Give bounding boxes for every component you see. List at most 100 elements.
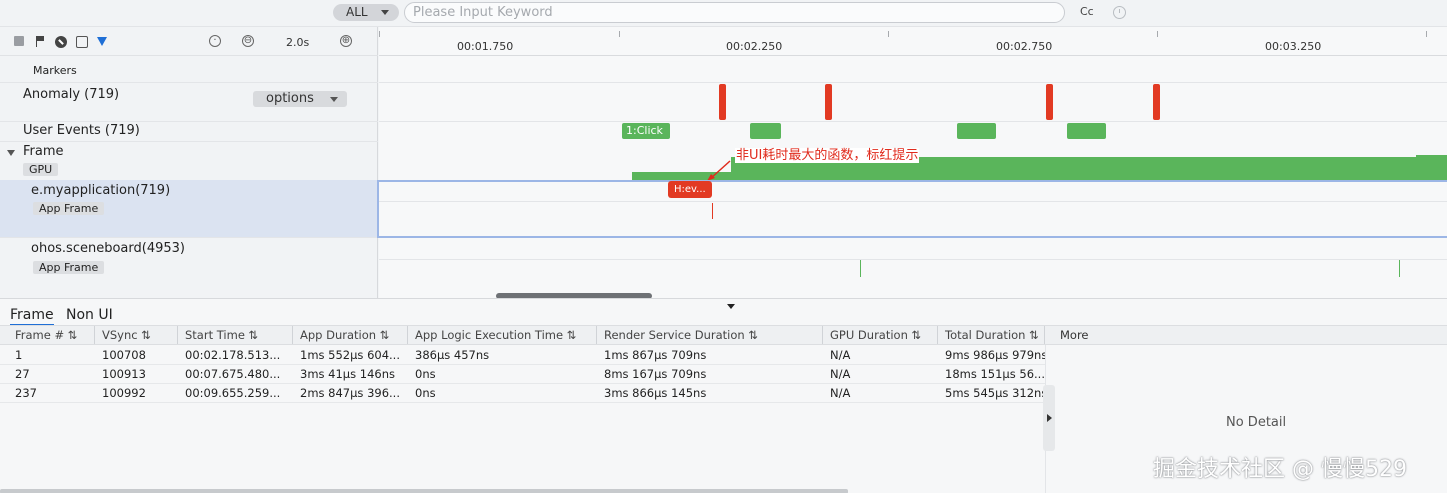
- user-event[interactable]: [1067, 123, 1106, 139]
- user-events-lane: [379, 122, 1447, 142]
- col-app-logic-time[interactable]: App Logic Execution Time ⇅: [408, 326, 597, 344]
- details-panel: Frame Non UI Frame # ⇅ VSync ⇅ Start Tim…: [0, 298, 1447, 493]
- checkbox-icon[interactable]: [76, 36, 88, 48]
- splitter-icon[interactable]: [727, 304, 735, 309]
- table-row[interactable]: 237 100992 00:09.655.259... 2ms 847μs 39…: [0, 384, 1045, 403]
- anomaly-marker[interactable]: [1046, 84, 1053, 120]
- slow-function-slice[interactable]: H:ev...: [668, 181, 712, 198]
- chevron-down-icon: [381, 10, 389, 15]
- chevron-down-icon: [330, 97, 338, 102]
- cell-app-duration: 3ms 41μs 146ns: [300, 367, 395, 381]
- app-frame-tag: App Frame: [33, 261, 105, 274]
- cell-vsync: 100708: [102, 348, 146, 362]
- zoom-in-icon[interactable]: ⊕: [340, 35, 352, 47]
- time-ruler: 00:01.750 00:02.250 00:02.750 00:03.250: [379, 27, 1447, 56]
- history-icon[interactable]: [1113, 6, 1126, 19]
- cell-vsync: 100992: [102, 386, 146, 400]
- anomaly-lane: [379, 83, 1447, 122]
- click-event[interactable]: 1:Click: [622, 123, 670, 139]
- watermark: 掘金技术社区 @ 慢慢529: [1153, 457, 1407, 482]
- cell-gpu-duration: N/A: [830, 386, 851, 400]
- col-app-duration[interactable]: App Duration ⇅: [293, 326, 408, 344]
- zoom-level: 2.0s: [286, 36, 310, 49]
- block-icon[interactable]: [55, 36, 67, 48]
- ruler-label: 00:02.250: [726, 40, 783, 53]
- cell-gpu-duration: N/A: [830, 348, 851, 362]
- annotation-arrow-icon: [707, 160, 731, 181]
- expand-icon[interactable]: [7, 150, 15, 156]
- anomaly-row[interactable]: Anomaly (719) options: [0, 83, 378, 122]
- frame-marker: [1399, 260, 1400, 277]
- ruler-tick: [888, 31, 889, 37]
- more-header[interactable]: More: [1045, 325, 1447, 345]
- annotation-text: 非UI耗时最大的函数，标红提示: [735, 148, 920, 163]
- filter-icon[interactable]: [97, 37, 107, 46]
- ruler-tick: [379, 31, 380, 37]
- cell-frame-number: 27: [15, 367, 30, 381]
- markers-label: Markers: [33, 64, 77, 77]
- scope-label: ALL: [346, 5, 368, 19]
- cell-start-time: 00:07.675.480...: [185, 367, 281, 381]
- gpu-bar[interactable]: [1416, 155, 1447, 180]
- table-row[interactable]: 1 100708 00:02.178.513... 1ms 552μs 604.…: [0, 346, 1045, 365]
- cell-app-logic-time: 386μs 457ns: [415, 348, 490, 362]
- cell-total-duration: 5ms 545μs 312ns: [945, 386, 1045, 400]
- cell-total-duration: 9ms 986μs 979ns: [945, 348, 1045, 362]
- user-event[interactable]: [750, 123, 781, 139]
- cell-app-duration: 1ms 552μs 604...: [300, 348, 400, 362]
- selected-track-highlight: [377, 180, 1447, 238]
- stop-icon[interactable]: [14, 36, 24, 46]
- col-total-duration[interactable]: Total Duration ⇅: [938, 326, 1045, 344]
- cell-frame-number: 1: [15, 348, 23, 362]
- anomaly-label: Anomaly (719): [23, 87, 120, 102]
- user-events-row[interactable]: User Events (719): [0, 122, 378, 142]
- cell-render-service-duration: 3ms 866μs 145ns: [604, 386, 707, 400]
- markers-row: Markers: [0, 56, 378, 83]
- anomaly-marker[interactable]: [1153, 84, 1160, 120]
- cell-render-service-duration: 8ms 167μs 709ns: [604, 367, 707, 381]
- ruler-label: 00:01.750: [457, 40, 514, 53]
- ruler-label: 00:02.750: [996, 40, 1053, 53]
- ruler-tick: [619, 31, 620, 37]
- cell-gpu-duration: N/A: [830, 367, 851, 381]
- col-render-service-duration[interactable]: Render Service Duration ⇅: [597, 326, 823, 344]
- track-list: · ⊖ 2.0s ⊕ Markers Anomaly (719) options…: [0, 27, 378, 298]
- scope-dropdown[interactable]: ALL: [333, 4, 399, 21]
- cell-frame-number: 237: [15, 386, 37, 400]
- reset-zoom-icon[interactable]: ·: [209, 35, 221, 47]
- table-row[interactable]: 27 100913 00:07.675.480... 3ms 41μs 146n…: [0, 365, 1045, 384]
- frame-group-row[interactable]: Frame GPU: [0, 142, 378, 180]
- frame-marker: [860, 260, 861, 277]
- anomaly-marker[interactable]: [825, 84, 832, 120]
- col-frame-number[interactable]: Frame # ⇅: [8, 326, 95, 344]
- cell-start-time: 00:09.655.259...: [185, 386, 281, 400]
- anomaly-marker[interactable]: [719, 84, 726, 120]
- tab-non-ui[interactable]: Non UI: [66, 307, 113, 323]
- sceneboard-track-row[interactable]: ohos.sceneboard(4953) App Frame: [0, 238, 378, 298]
- cell-vsync: 100913: [102, 367, 146, 381]
- user-event[interactable]: [957, 123, 996, 139]
- app-track-row[interactable]: e.myapplication(719) App Frame: [0, 180, 378, 238]
- search-input[interactable]: [404, 2, 1065, 23]
- cell-app-logic-time: 0ns: [415, 367, 436, 381]
- app-track-label: e.myapplication(719): [31, 183, 171, 198]
- collapse-detail-icon[interactable]: [1043, 385, 1055, 451]
- table-scrollbar[interactable]: [0, 489, 848, 493]
- col-vsync[interactable]: VSync ⇅: [95, 326, 178, 344]
- flag-icon[interactable]: [35, 36, 45, 47]
- app-frame-tag: App Frame: [33, 202, 105, 215]
- search-bar: ALL Cc: [0, 0, 1447, 27]
- tab-frame[interactable]: Frame: [10, 307, 54, 326]
- ruler-tick: [1426, 31, 1427, 37]
- cell-app-logic-time: 0ns: [415, 386, 436, 400]
- col-start-time[interactable]: Start Time ⇅: [178, 326, 293, 344]
- sceneboard-track-label: ohos.sceneboard(4953): [31, 241, 185, 256]
- ruler-tick: [1157, 31, 1158, 37]
- trace-viewer: ALL Cc · ⊖ 2.0s ⊕ Markers Anomaly (719) …: [0, 0, 1447, 493]
- markers-lane: [379, 56, 1447, 83]
- col-gpu-duration[interactable]: GPU Duration ⇅: [823, 326, 938, 344]
- options-dropdown[interactable]: options: [253, 91, 347, 107]
- zoom-out-icon[interactable]: ⊖: [242, 35, 254, 47]
- case-sensitive-button[interactable]: Cc: [1080, 5, 1094, 18]
- track-divider: [379, 201, 1447, 202]
